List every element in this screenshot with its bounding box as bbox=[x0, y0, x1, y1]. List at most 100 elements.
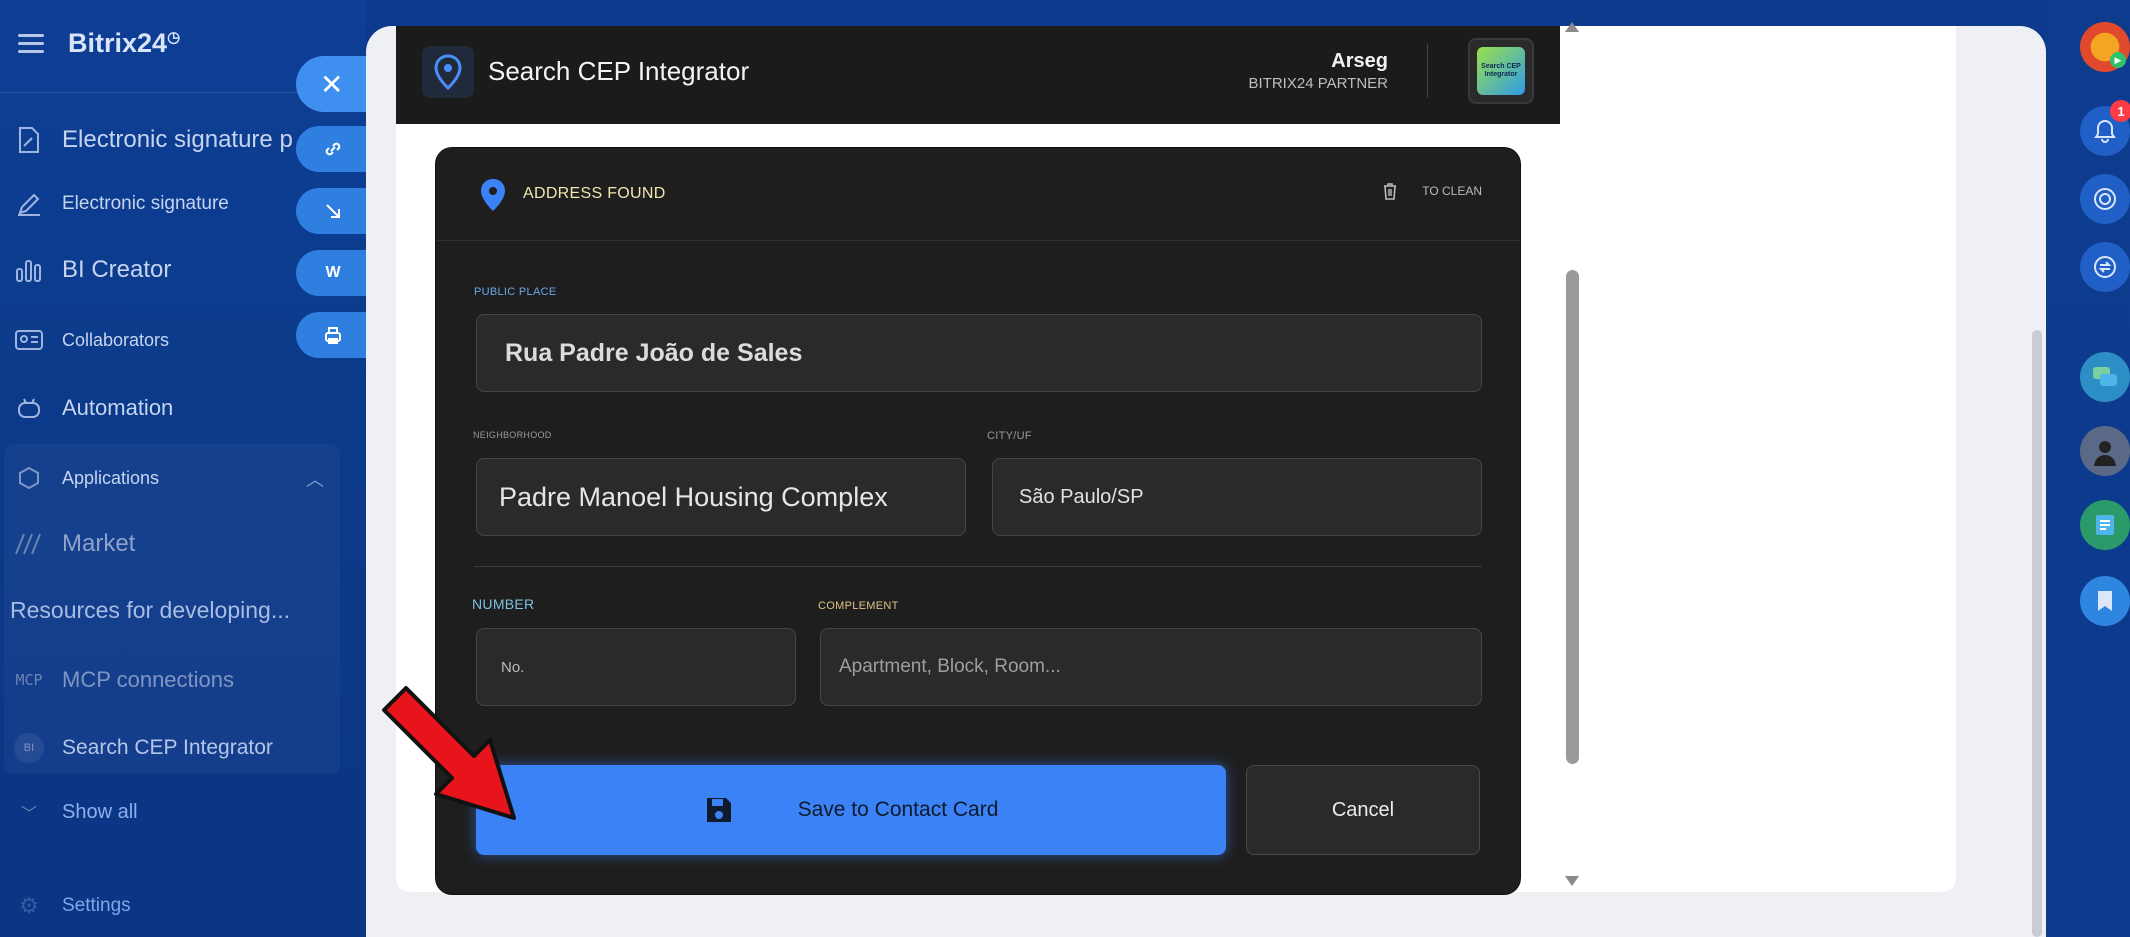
complement-input[interactable]: Apartment, Block, Room... bbox=[820, 628, 1482, 706]
city-uf-label: CITY/UF bbox=[987, 430, 1032, 442]
public-place-field[interactable]: Rua Padre João de Sales bbox=[476, 314, 1482, 392]
chat-swap-icon bbox=[2094, 256, 2116, 278]
close-icon: ✕ bbox=[320, 68, 344, 100]
partner-name: Arseg bbox=[1331, 50, 1388, 72]
neighborhood-field[interactable]: Padre Manoel Housing Complex bbox=[476, 458, 966, 536]
address-found-label: ADDRESS FOUND bbox=[523, 185, 666, 202]
complement-placeholder: Apartment, Block, Room... bbox=[839, 656, 1061, 677]
scroll-down-arrow-icon[interactable] bbox=[1565, 876, 1579, 886]
menu-icon[interactable] bbox=[18, 34, 44, 54]
mcp-icon: MCP bbox=[14, 665, 44, 695]
sidebar-item-settings[interactable]: ⚙ Settings bbox=[14, 886, 131, 926]
pen-icon bbox=[14, 189, 44, 219]
sidebar-item-market[interactable]: Market bbox=[14, 524, 135, 564]
complement-label: COMPLEMENT bbox=[818, 600, 899, 612]
link-icon bbox=[325, 142, 341, 156]
notification-badge: 1 bbox=[2110, 100, 2130, 122]
bar-chart-icon bbox=[14, 255, 44, 285]
print-button[interactable] bbox=[296, 312, 370, 358]
app-logo-image: Search CEP Integrator bbox=[1477, 47, 1525, 95]
sidebar-item-bi-creator[interactable]: BI Creator bbox=[14, 250, 171, 290]
sidebar-item-search-cep-integrator[interactable]: BI Search CEP Integrator bbox=[14, 728, 273, 768]
chat-bubbles-icon bbox=[2093, 367, 2117, 386]
chevron-up-icon[interactable]: ︿ bbox=[306, 466, 324, 492]
target-icon bbox=[2094, 188, 2116, 210]
sidebar-item-resources[interactable]: Resources for developing... bbox=[10, 590, 290, 630]
sidebar-item-label: Collaborators bbox=[62, 329, 170, 350]
panel-scrollbar[interactable] bbox=[2032, 330, 2042, 937]
partner-logo[interactable]: Search CEP Integrator bbox=[1468, 38, 1534, 104]
sidebar-item-label: Settings bbox=[62, 895, 131, 916]
gear-icon: ⚙ bbox=[19, 893, 39, 918]
neighborhood-label: NEIGHBORHOOD bbox=[473, 430, 552, 440]
news-feed-icon bbox=[2096, 515, 2114, 535]
sidebar-item-collaborators[interactable]: Collaborators bbox=[14, 320, 169, 360]
mcp-icon-text: MCP bbox=[15, 671, 43, 689]
sidebar-item-label: MCP connections bbox=[62, 667, 235, 692]
sidebar-item-label: Show all bbox=[62, 800, 138, 823]
bi-badge-text: BI bbox=[23, 742, 35, 754]
robot-icon bbox=[14, 393, 44, 423]
market-icon bbox=[14, 529, 44, 559]
sidebar-item-label: Electronic signature bbox=[62, 193, 229, 214]
map-pin-icon bbox=[481, 179, 505, 211]
id-card-icon bbox=[14, 325, 44, 355]
app-title: Search CEP Integrator bbox=[488, 56, 750, 86]
brand-logo[interactable]: Bitrix24◷ bbox=[68, 28, 180, 59]
copy-link-button[interactable] bbox=[296, 126, 370, 172]
save-to-contact-card-button[interactable]: Save to Contact Card bbox=[476, 765, 1226, 855]
app-header: Search CEP Integrator Arseg BITRIX24 PAR… bbox=[396, 26, 1560, 124]
save-button-label: Save to Contact Card bbox=[797, 798, 999, 821]
user-avatar[interactable]: ▶ bbox=[2080, 22, 2130, 72]
arrow-down-right-icon bbox=[326, 204, 340, 218]
sidebar-item-label: Applications bbox=[62, 467, 160, 488]
location-pin-icon bbox=[422, 46, 474, 98]
cancel-button-label: Cancel bbox=[1331, 798, 1395, 821]
header-divider bbox=[1427, 44, 1428, 98]
w-action-label: W bbox=[325, 264, 341, 281]
inner-scrollbar-thumb[interactable] bbox=[1566, 270, 1579, 764]
printer-icon bbox=[325, 327, 341, 344]
chevron-down-icon: ﹀ bbox=[20, 806, 37, 823]
trash-icon bbox=[1384, 183, 1397, 200]
sidebar-item-applications[interactable]: Applications ︿ bbox=[14, 458, 334, 498]
sidebar-item-label: BI Creator bbox=[62, 256, 172, 283]
bi-badge-icon: BI bbox=[14, 733, 44, 763]
clock-icon: ◷ bbox=[167, 29, 181, 46]
sidebar-item-automation[interactable]: Automation bbox=[14, 388, 173, 428]
tasks-button[interactable] bbox=[2080, 500, 2130, 550]
w-action-button[interactable]: W bbox=[296, 250, 370, 296]
sidebar-item-mcp-connections[interactable]: MCP MCP connections bbox=[14, 660, 234, 700]
number-placeholder: No. bbox=[501, 658, 525, 676]
sidebar-item-label: Resources for developing... bbox=[10, 596, 290, 623]
sidebar-item-electronic-signature[interactable]: Electronic signature bbox=[14, 184, 229, 224]
city-uf-field[interactable]: São Paulo/SP bbox=[992, 458, 1482, 536]
close-slider-button[interactable]: ✕ bbox=[296, 56, 370, 112]
chat-switch-button[interactable] bbox=[2080, 242, 2130, 292]
card-header: ADDRESS FOUND TO CLEAN bbox=[436, 148, 1520, 241]
bookmark-icon bbox=[2098, 591, 2112, 611]
bookmarks-button[interactable] bbox=[2080, 576, 2130, 626]
clean-label: TO CLEAN bbox=[1422, 184, 1482, 198]
move-button[interactable] bbox=[296, 188, 370, 234]
open-channels-button[interactable] bbox=[2080, 352, 2130, 402]
clean-button[interactable]: TO CLEAN bbox=[1382, 182, 1482, 200]
partner-subtitle: BITRIX24 PARTNER bbox=[1248, 75, 1388, 92]
contact-avatar[interactable] bbox=[2080, 426, 2130, 476]
cube-icon bbox=[14, 463, 44, 493]
sidebar-item-electronic-signature-p[interactable]: Electronic signature p bbox=[14, 120, 293, 160]
red-arrow-annotation bbox=[382, 686, 516, 820]
public-place-value: Rua Padre João de Sales bbox=[505, 338, 803, 367]
person-avatar-icon bbox=[2094, 441, 2116, 466]
sidebar-item-show-all[interactable]: ﹀ Show all bbox=[14, 792, 138, 832]
activity-stream-button[interactable] bbox=[2080, 174, 2130, 224]
document-sign-icon bbox=[14, 125, 44, 155]
brand-name: Bitrix24 bbox=[68, 28, 168, 58]
scroll-up-arrow-icon[interactable] bbox=[1565, 22, 1579, 32]
sidebar-item-label: Automation bbox=[62, 395, 174, 420]
city-uf-value: São Paulo/SP bbox=[1019, 485, 1144, 508]
cancel-button[interactable]: Cancel bbox=[1246, 765, 1480, 855]
sidebar-item-label: Market bbox=[62, 530, 136, 557]
neighborhood-value: Padre Manoel Housing Complex bbox=[499, 481, 888, 512]
sidebar-item-label: Electronic signature p bbox=[62, 126, 293, 153]
